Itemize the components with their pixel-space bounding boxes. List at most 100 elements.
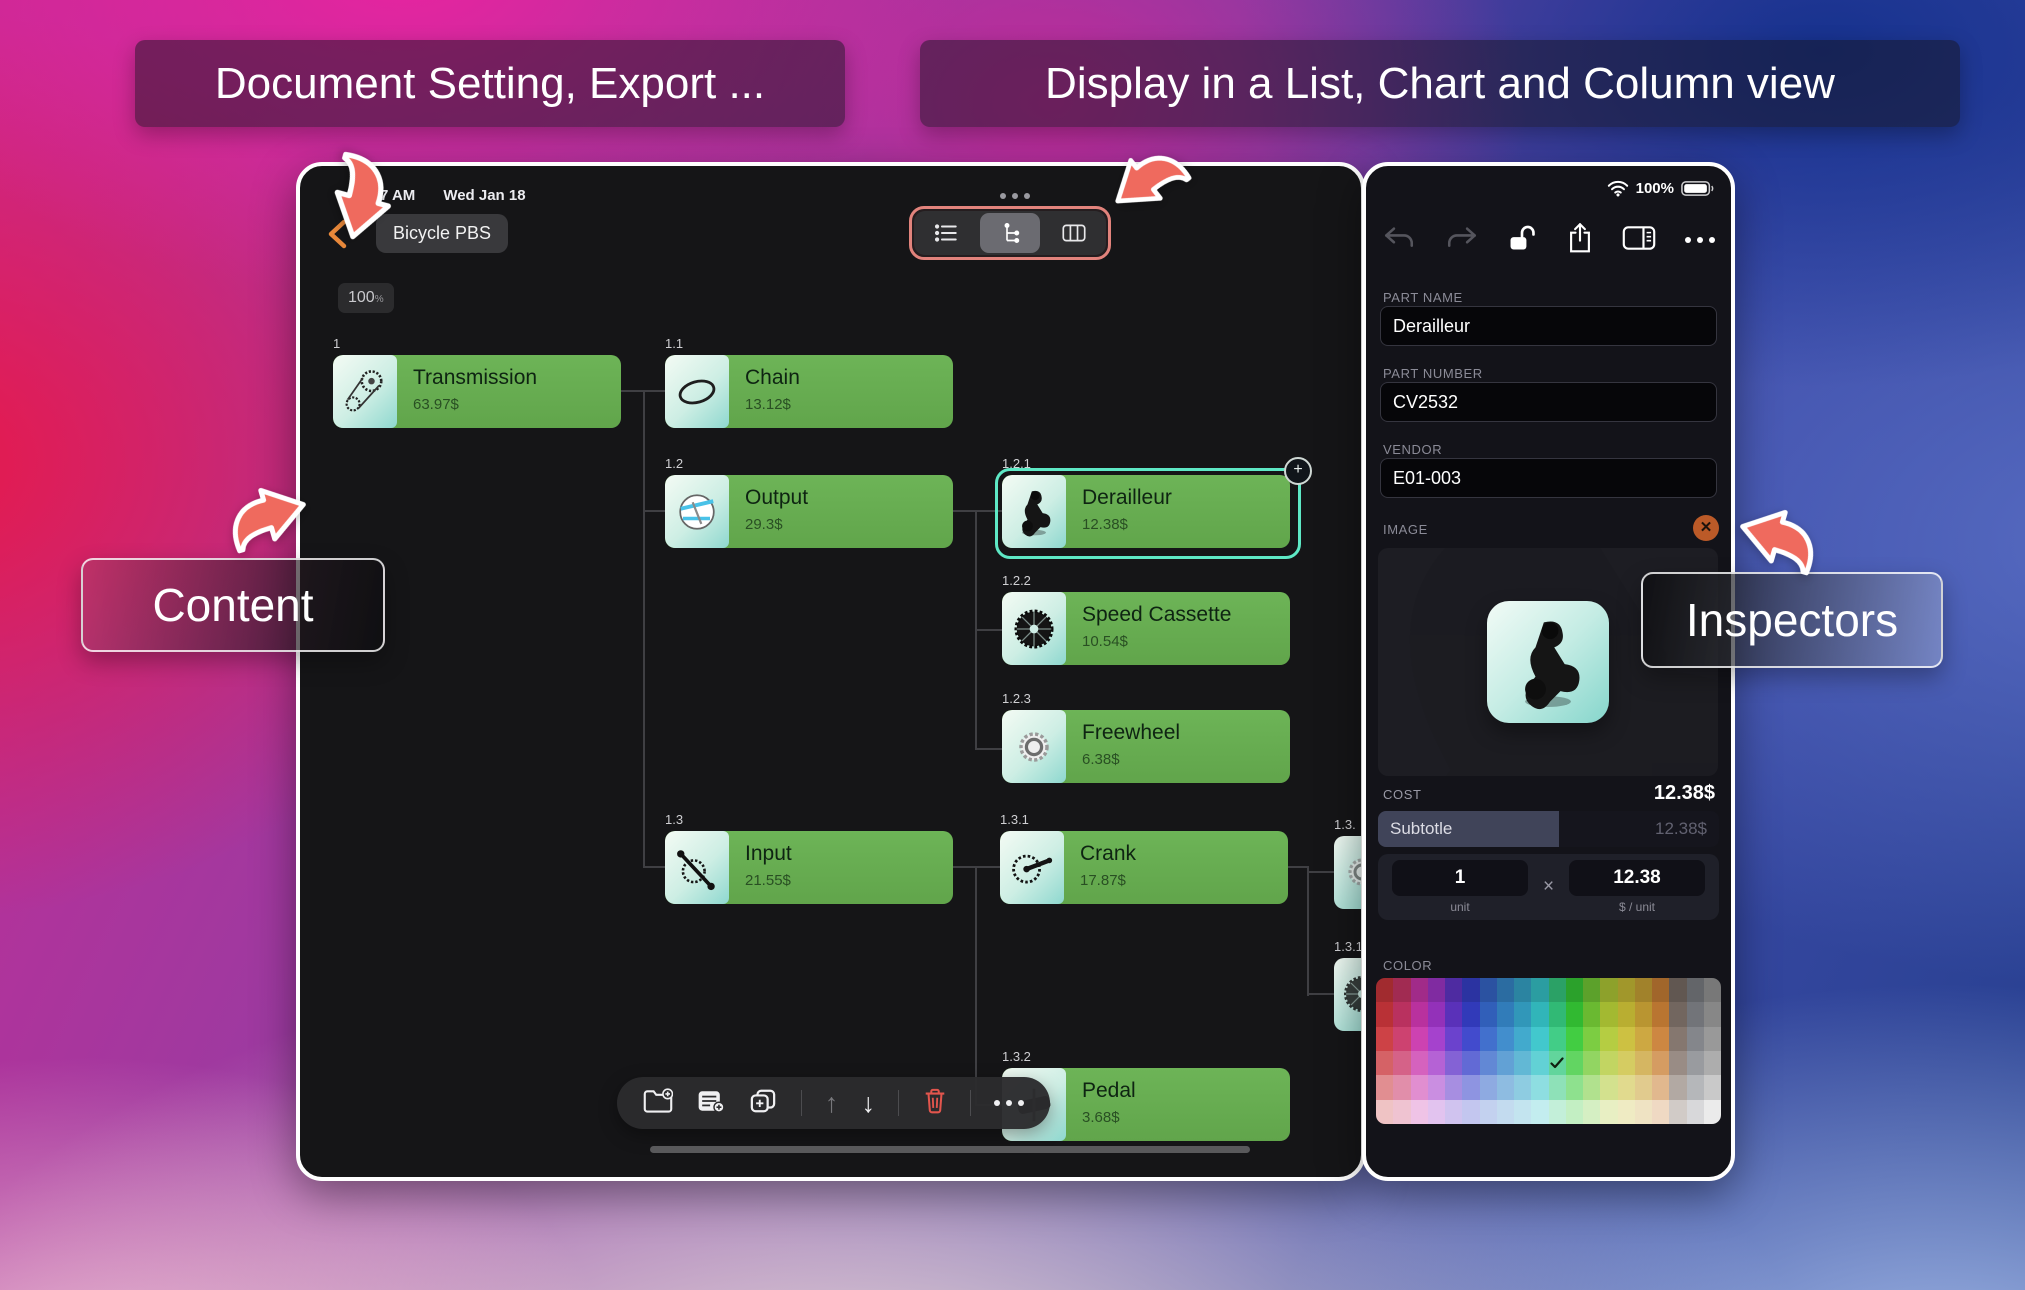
color-swatch[interactable] <box>1687 1051 1704 1075</box>
chart-view-button[interactable] <box>980 213 1040 253</box>
color-swatch[interactable] <box>1531 1027 1548 1051</box>
color-swatch[interactable] <box>1618 1075 1635 1099</box>
color-swatch[interactable] <box>1393 978 1410 1002</box>
tree-node-freewheel[interactable]: Freewheel6.38$ <box>1002 710 1290 783</box>
color-swatch[interactable] <box>1376 1075 1393 1099</box>
color-swatch[interactable] <box>1549 1075 1566 1099</box>
color-swatch[interactable] <box>1376 1002 1393 1026</box>
color-swatch[interactable] <box>1600 978 1617 1002</box>
color-swatch[interactable] <box>1652 1027 1669 1051</box>
color-swatch[interactable] <box>1583 1002 1600 1026</box>
color-swatch[interactable] <box>1566 978 1583 1002</box>
color-swatch[interactable] <box>1376 978 1393 1002</box>
color-swatch[interactable] <box>1566 1027 1583 1051</box>
color-swatch[interactable] <box>1618 1027 1635 1051</box>
unit-price-value[interactable]: 12.38 <box>1569 860 1705 896</box>
color-swatch[interactable] <box>1669 1002 1686 1026</box>
color-swatch[interactable] <box>1497 1002 1514 1026</box>
color-swatch[interactable] <box>1704 978 1721 1002</box>
color-swatch[interactable] <box>1549 1027 1566 1051</box>
color-swatch[interactable] <box>1669 1027 1686 1051</box>
color-swatch[interactable] <box>1497 1100 1514 1124</box>
quantity-box[interactable]: 1 unit <box>1392 860 1528 914</box>
part-name-field[interactable]: Derailleur <box>1380 306 1717 346</box>
zoom-level-badge[interactable]: 100% <box>338 283 394 313</box>
color-swatch[interactable] <box>1376 1027 1393 1051</box>
document-title[interactable]: Bicycle PBS <box>376 214 508 253</box>
tree-node-chain[interactable]: Chain13.12$ <box>665 355 953 428</box>
color-swatch[interactable] <box>1514 978 1531 1002</box>
color-swatch[interactable] <box>1393 1002 1410 1026</box>
color-swatch[interactable] <box>1393 1100 1410 1124</box>
color-swatch[interactable] <box>1566 1051 1583 1075</box>
color-swatch[interactable] <box>1704 1100 1721 1124</box>
color-swatch[interactable] <box>1618 1100 1635 1124</box>
part-number-field[interactable]: CV2532 <box>1380 382 1717 422</box>
color-swatch[interactable] <box>1635 1002 1652 1026</box>
quantity-value[interactable]: 1 <box>1392 860 1528 896</box>
color-swatch[interactable] <box>1531 1002 1548 1026</box>
horizontal-scrollbar[interactable] <box>650 1146 1250 1153</box>
color-swatch[interactable] <box>1428 1002 1445 1026</box>
color-swatch[interactable] <box>1480 1027 1497 1051</box>
color-swatch[interactable] <box>1669 1075 1686 1099</box>
color-swatch[interactable] <box>1600 1051 1617 1075</box>
color-swatch[interactable] <box>1635 1075 1652 1099</box>
color-swatch[interactable] <box>1600 1100 1617 1124</box>
list-view-button[interactable] <box>914 211 978 255</box>
color-swatch[interactable] <box>1687 978 1704 1002</box>
color-swatch[interactable] <box>1583 1051 1600 1075</box>
add-child-button[interactable]: + <box>1284 457 1312 485</box>
more-button[interactable] <box>994 1100 1024 1106</box>
color-swatch[interactable] <box>1635 978 1652 1002</box>
delete-button[interactable] <box>923 1088 947 1119</box>
color-swatch[interactable] <box>1393 1027 1410 1051</box>
color-swatch[interactable] <box>1462 1100 1479 1124</box>
color-swatch[interactable] <box>1497 1027 1514 1051</box>
color-swatch[interactable] <box>1445 1100 1462 1124</box>
color-swatch[interactable] <box>1480 1002 1497 1026</box>
color-swatch[interactable] <box>1497 1075 1514 1099</box>
duplicate-button[interactable] <box>749 1088 777 1119</box>
color-swatch[interactable] <box>1583 1075 1600 1099</box>
undo-button[interactable] <box>1382 223 1416 258</box>
color-swatch[interactable] <box>1376 1051 1393 1075</box>
color-swatch[interactable] <box>1497 1051 1514 1075</box>
color-swatch[interactable] <box>1445 1027 1462 1051</box>
color-swatch[interactable] <box>1687 1027 1704 1051</box>
color-swatch[interactable] <box>1566 1075 1583 1099</box>
color-swatch[interactable] <box>1428 1051 1445 1075</box>
color-swatch[interactable] <box>1669 978 1686 1002</box>
redo-button[interactable] <box>1445 223 1479 258</box>
color-swatch[interactable] <box>1635 1027 1652 1051</box>
color-swatch[interactable] <box>1704 1051 1721 1075</box>
color-swatch[interactable] <box>1376 1100 1393 1124</box>
vendor-field[interactable]: E01-003 <box>1380 458 1717 498</box>
subtotal-row[interactable]: Subtotle 12.38$ <box>1378 811 1719 847</box>
color-swatch[interactable] <box>1531 1051 1548 1075</box>
color-swatch[interactable] <box>1514 1075 1531 1099</box>
tree-node-speed-cassette[interactable]: Speed Cassette10.54$ <box>1002 592 1290 665</box>
add-group-button[interactable] <box>643 1088 673 1119</box>
tree-node-partial[interactable] <box>1334 836 1364 909</box>
tree-node-partial[interactable] <box>1334 958 1364 1031</box>
color-swatch[interactable] <box>1652 1100 1669 1124</box>
color-swatch[interactable] <box>1480 1075 1497 1099</box>
color-swatch[interactable] <box>1393 1051 1410 1075</box>
color-swatch[interactable] <box>1445 1051 1462 1075</box>
color-swatch[interactable] <box>1704 1002 1721 1026</box>
tree-node-transmission[interactable]: Transmission63.97$ <box>333 355 621 428</box>
color-swatch[interactable] <box>1411 1027 1428 1051</box>
color-swatch[interactable] <box>1480 1051 1497 1075</box>
remove-image-button[interactable]: ✕ <box>1693 515 1719 541</box>
color-swatch[interactable] <box>1428 1075 1445 1099</box>
color-swatch[interactable] <box>1445 978 1462 1002</box>
move-down-button[interactable]: ↓ <box>862 1090 876 1116</box>
color-swatch[interactable] <box>1445 1002 1462 1026</box>
color-swatch[interactable] <box>1411 1075 1428 1099</box>
color-swatch[interactable] <box>1411 1002 1428 1026</box>
unit-price-box[interactable]: 12.38 $ / unit <box>1569 860 1705 914</box>
column-view-button[interactable] <box>1042 211 1106 255</box>
multitask-indicator-icon[interactable] <box>1000 193 1030 199</box>
color-swatch[interactable] <box>1531 1075 1548 1099</box>
